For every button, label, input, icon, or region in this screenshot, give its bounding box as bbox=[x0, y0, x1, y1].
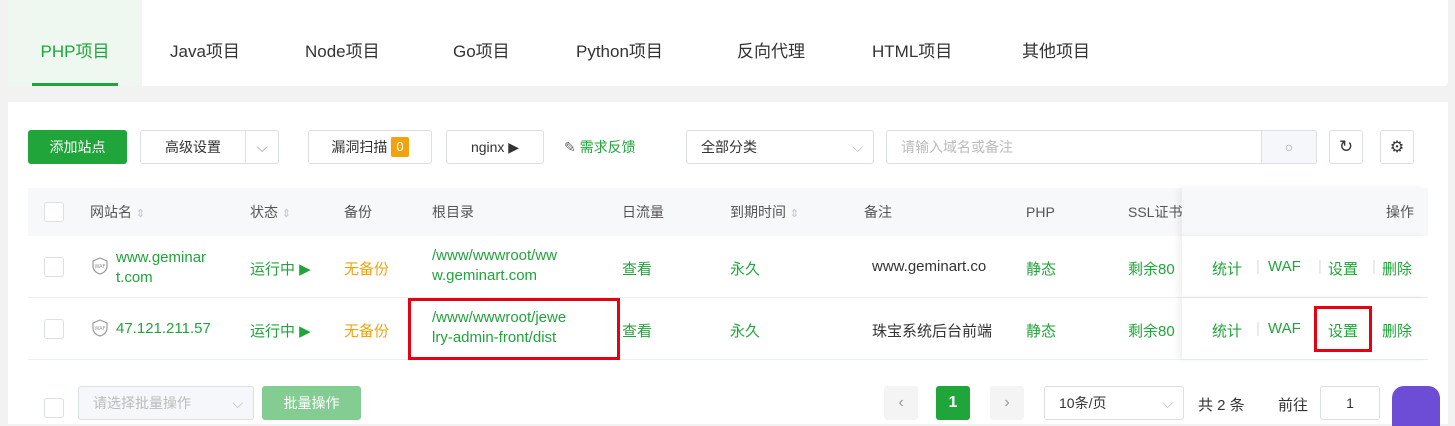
chevron-left-icon: ‹ bbox=[898, 394, 904, 411]
tab-php[interactable]: PHP项目 bbox=[8, 0, 142, 86]
col-root: 根目录 bbox=[432, 204, 474, 220]
add-site-button[interactable]: 添加站点 bbox=[28, 130, 127, 164]
site-name-link[interactable]: www.geminar t.com bbox=[116, 248, 206, 288]
tab-reverse-proxy[interactable]: 反向代理 bbox=[737, 0, 805, 86]
status-running[interactable]: 运行中 ▶ bbox=[250, 320, 311, 341]
advanced-settings-button[interactable]: 高级设置 bbox=[140, 130, 246, 164]
row-checkbox[interactable] bbox=[44, 257, 64, 277]
highlight-box bbox=[408, 298, 620, 360]
project-tabs: PHP项目 Java项目 Node项目 Go项目 Python项目 反向代理 H… bbox=[8, 0, 1448, 86]
prev-page-button[interactable]: ‹ bbox=[884, 386, 918, 420]
col-ops: 操作 bbox=[1386, 204, 1414, 220]
page-number[interactable]: 1 bbox=[936, 386, 970, 420]
settings-link[interactable]: 设置 bbox=[1328, 258, 1358, 279]
search-button[interactable]: ○ bbox=[1261, 130, 1317, 164]
refresh-icon: ↻ bbox=[1338, 137, 1354, 156]
table-row: WAF 47.121.211.57 运行中 ▶ 无备份 /www/wwwroot… bbox=[28, 298, 1428, 360]
ssl-status[interactable]: 剩余80 bbox=[1128, 320, 1188, 341]
highlight-box bbox=[1314, 306, 1372, 352]
assistant-logo[interactable] bbox=[1392, 386, 1440, 426]
backup-status[interactable]: 无备份 bbox=[344, 258, 389, 279]
col-ssl: SSL证书 bbox=[1128, 204, 1183, 220]
edit-icon: ✎ bbox=[564, 139, 576, 155]
status-running[interactable]: 运行中 ▶ bbox=[250, 258, 311, 279]
tab-other[interactable]: 其他项目 bbox=[1022, 0, 1090, 86]
delete-link[interactable]: 删除 bbox=[1382, 320, 1412, 341]
footer-select-all-checkbox[interactable] bbox=[44, 398, 64, 418]
tab-java[interactable]: Java项目 bbox=[170, 0, 240, 86]
refresh-button[interactable]: ↻ bbox=[1329, 130, 1363, 164]
tab-node[interactable]: Node项目 bbox=[305, 0, 380, 86]
goto-label: 前往 bbox=[1278, 397, 1309, 414]
col-backup: 备份 bbox=[344, 204, 372, 220]
expire-value[interactable]: 永久 bbox=[730, 258, 760, 279]
search-input[interactable]: 请输入域名或备注 bbox=[886, 130, 1262, 164]
row-checkbox[interactable] bbox=[44, 319, 64, 339]
col-traffic: 日流量 bbox=[622, 204, 664, 220]
settings-button[interactable]: ⚙ bbox=[1380, 130, 1414, 164]
chevron-down-icon: ⌵ bbox=[256, 138, 268, 155]
search-icon: ○ bbox=[1284, 139, 1294, 155]
stats-link[interactable]: 统计 bbox=[1212, 258, 1242, 279]
row-actions: 统计 | WAF 设置 删除 bbox=[1182, 298, 1428, 359]
vuln-scan-button[interactable]: 漏洞扫描 0 bbox=[308, 130, 432, 164]
remark-value[interactable]: www.geminart.co bbox=[872, 258, 1018, 275]
root-dir-link[interactable]: /www/wwwroot/ww w.geminart.com bbox=[432, 246, 557, 286]
traffic-view-link[interactable]: 查看 bbox=[622, 320, 652, 341]
col-status[interactable]: 状态 ⇕ bbox=[250, 188, 291, 236]
site-name-link[interactable]: 47.121.211.57 bbox=[116, 320, 211, 337]
expire-value[interactable]: 永久 bbox=[730, 320, 760, 341]
php-version[interactable]: 静态 bbox=[1026, 258, 1056, 279]
advanced-dropdown-toggle[interactable]: ⌵ bbox=[245, 130, 279, 164]
total-count: 共 2 条 bbox=[1198, 397, 1245, 414]
col-expire[interactable]: 到期时间 ⇕ bbox=[730, 188, 799, 236]
svg-text:WAF: WAF bbox=[95, 264, 106, 270]
remark-value[interactable]: 珠宝系统后台前端 bbox=[872, 320, 992, 341]
chevron-down-icon: ⌵ bbox=[232, 395, 243, 411]
table-header: 网站名 ⇕ 状态 ⇕ 备份 根目录 日流量 到期时间 ⇕ 备注 PHP SSL证… bbox=[28, 188, 1428, 236]
gear-icon: ⚙ bbox=[1389, 139, 1405, 156]
chevron-down-icon: ⌵ bbox=[1162, 395, 1173, 411]
row-actions: 统计 | WAF | 设置 | 删除 bbox=[1182, 236, 1428, 297]
backup-status[interactable]: 无备份 bbox=[344, 320, 389, 341]
chevron-down-icon: ⌵ bbox=[852, 139, 863, 155]
traffic-view-link[interactable]: 查看 bbox=[622, 258, 652, 279]
col-php: PHP bbox=[1026, 204, 1055, 220]
tab-go[interactable]: Go项目 bbox=[453, 0, 510, 86]
waf-link[interactable]: WAF bbox=[1268, 320, 1301, 337]
select-all-checkbox[interactable] bbox=[44, 202, 64, 222]
waf-shield-icon: WAF bbox=[90, 256, 110, 280]
goto-page-input[interactable]: 1 bbox=[1320, 386, 1380, 420]
next-page-button[interactable]: › bbox=[990, 386, 1024, 420]
category-select[interactable]: 全部分类 ⌵ bbox=[686, 130, 874, 164]
chevron-right-icon: › bbox=[1004, 394, 1010, 411]
tab-python[interactable]: Python项目 bbox=[576, 0, 663, 86]
col-remark: 备注 bbox=[864, 204, 892, 220]
svg-text:WAF: WAF bbox=[95, 326, 106, 332]
tab-html[interactable]: HTML项目 bbox=[872, 0, 952, 86]
table-row: WAF www.geminar t.com 运行中 ▶ 无备份 /www/wwwr… bbox=[28, 236, 1428, 298]
col-name[interactable]: 网站名 ⇕ bbox=[90, 188, 145, 236]
stats-link[interactable]: 统计 bbox=[1212, 320, 1242, 341]
waf-shield-icon: WAF bbox=[90, 318, 110, 342]
site-list-panel: 添加站点 高级设置 ⌵ 漏洞扫描 0 nginx ▶ ✎ 需求反馈 全部分类 ⌵ 请… bbox=[8, 102, 1448, 426]
nginx-button[interactable]: nginx ▶ bbox=[446, 130, 544, 164]
php-version[interactable]: 静态 bbox=[1026, 320, 1056, 341]
scan-count-badge: 0 bbox=[391, 137, 409, 157]
feedback-link[interactable]: ✎ 需求反馈 bbox=[564, 130, 636, 164]
ssl-status[interactable]: 剩余80 bbox=[1128, 258, 1188, 279]
delete-link[interactable]: 删除 bbox=[1382, 258, 1412, 279]
per-page-select[interactable]: 10条/页 ⌵ bbox=[1044, 386, 1184, 420]
batch-select[interactable]: 请选择批量操作 ⌵ bbox=[78, 386, 254, 420]
waf-link[interactable]: WAF bbox=[1268, 258, 1301, 275]
batch-action-button[interactable]: 批量操作 bbox=[262, 386, 361, 420]
